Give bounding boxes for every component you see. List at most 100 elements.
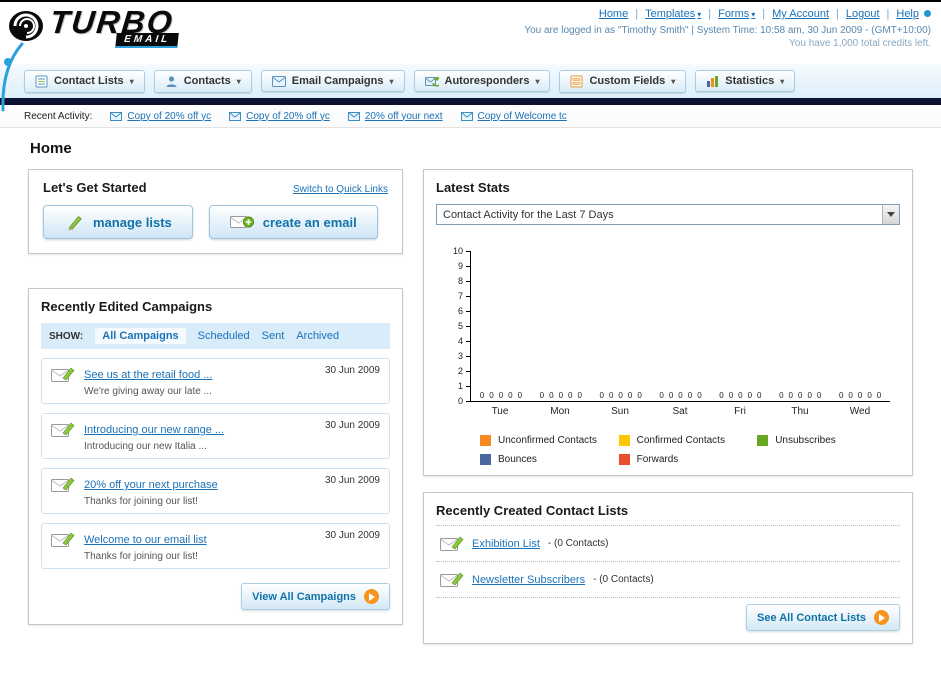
- turbo-email-app: TURBO EMAIL HomeTemplates▾Forms▾My Accou…: [0, 0, 941, 683]
- header-link-help[interactable]: Help: [880, 8, 919, 20]
- recent-activity-item[interactable]: Copy of 20% off yc: [110, 111, 211, 122]
- y-axis-tick: [466, 356, 470, 357]
- tab-contact-lists[interactable]: Contact Lists ▾: [24, 69, 145, 93]
- legend-swatch: [618, 454, 630, 465]
- recent-contact-lists-panel: Recently Created Contact Lists Exhibitio…: [423, 492, 913, 644]
- dropdown-arrow-icon: ▾: [236, 76, 241, 86]
- campaign-title-link[interactable]: Introducing our new range ...: [84, 424, 224, 436]
- x-axis-label: Mon: [550, 406, 570, 417]
- contact-lists-icon: [35, 75, 48, 88]
- envelope-plus-icon: [229, 213, 254, 231]
- envelope-icon: [460, 111, 473, 121]
- recent-activity-item[interactable]: Copy of 20% off yc: [229, 111, 330, 122]
- chart-legend: Unconfirmed Contacts Confirmed Contacts Un…: [480, 435, 900, 465]
- recent-activity-item[interactable]: Copy of Welcome tc: [460, 111, 567, 122]
- arrow-right-icon: [874, 610, 889, 625]
- y-axis-tick: [466, 296, 470, 297]
- legend-label: Bounces: [498, 454, 537, 465]
- recently-edited-campaigns-panel: Recently Edited Campaigns SHOW: All Camp…: [28, 288, 403, 625]
- header-link-my-account[interactable]: My Account: [755, 8, 829, 20]
- bar-value-label: 0: [539, 391, 545, 400]
- y-axis-tick: [466, 251, 470, 252]
- y-axis-tick: [466, 401, 470, 402]
- get-started-title: Let's Get Started: [43, 180, 147, 195]
- bar-value-label: 0: [498, 391, 504, 400]
- tab-statistics[interactable]: Statistics ▾: [695, 70, 796, 92]
- show-label: SHOW:: [49, 330, 84, 342]
- bar-value-label: 0: [857, 391, 863, 400]
- x-axis-label: Tue: [491, 406, 509, 417]
- tab-email-campaigns[interactable]: Email Campaigns ▾: [260, 70, 405, 92]
- y-axis-tick: [466, 386, 470, 387]
- header-link-forms[interactable]: Forms▾: [701, 8, 755, 20]
- campaign-row[interactable]: Welcome to our email list Thanks for joi…: [41, 523, 390, 569]
- legend-swatch: [480, 454, 491, 465]
- y-axis-label: 3: [457, 351, 463, 361]
- campaign-title-link[interactable]: Welcome to our email list: [84, 534, 207, 546]
- bar-value-label: 0: [816, 391, 822, 400]
- contact-list-item[interactable]: Exhibition List - (0 Contacts): [436, 526, 900, 562]
- view-all-campaigns-button[interactable]: View All Campaigns: [241, 583, 390, 610]
- header-link-logout[interactable]: Logout: [829, 8, 880, 20]
- envelope-icon: [110, 111, 123, 121]
- recent-activity-item[interactable]: 20% off your next: [347, 111, 443, 122]
- bar-value-label: 0: [489, 391, 494, 400]
- bar-value-label: 0: [608, 391, 614, 400]
- login-info: You are logged in as "Timothy Smith" | S…: [524, 25, 931, 36]
- legend-swatch: [757, 435, 769, 446]
- bar-value-label: 0: [577, 391, 582, 400]
- campaign-row[interactable]: 20% off your next purchase Thanks for jo…: [41, 468, 390, 514]
- campaign-date: 30 Jun 2009: [324, 420, 380, 431]
- tab-contacts[interactable]: Contacts ▾: [153, 69, 252, 93]
- header-link-templates[interactable]: Templates▾: [628, 8, 701, 20]
- create-email-button[interactable]: create an email: [208, 205, 378, 239]
- stats-period-select[interactable]: Contact Activity for the Last 7 Days: [436, 204, 900, 225]
- filter-all-campaigns[interactable]: All Campaigns: [95, 328, 186, 344]
- campaign-title-link[interactable]: 20% off your next purchase: [84, 479, 218, 491]
- legend-item: Bounces: [480, 454, 619, 465]
- contact-list-item[interactable]: Newsletter Subscribers - (0 Contacts): [436, 562, 900, 598]
- chart-x-axis: Tue Mon Sun Sat Fri Thu Wed: [470, 402, 890, 417]
- y-axis-label: 1: [457, 381, 463, 391]
- switch-quick-links-link[interactable]: Switch to Quick Links: [293, 184, 388, 195]
- y-axis-label: 4: [457, 336, 463, 346]
- filter-scheduled[interactable]: Scheduled: [198, 330, 250, 342]
- y-axis-tick: [466, 281, 470, 282]
- select-arrow-icon: [882, 205, 899, 224]
- contact-activity-chart: 10 9 8 7 6 5 4 3 2 1 0 000000000000000000000000000…: [450, 246, 890, 417]
- campaign-row[interactable]: See us at the retail food ... We're givi…: [41, 358, 390, 404]
- bar-value-label: 0: [668, 391, 674, 400]
- filter-sent[interactable]: Sent: [262, 330, 285, 342]
- manage-lists-button[interactable]: manage lists: [43, 205, 193, 239]
- dropdown-arrow-icon: ▾: [671, 76, 676, 86]
- bar-value-label: 0: [549, 391, 554, 400]
- bar-value-label: 0: [738, 391, 743, 400]
- chart-category-group: 00000: [710, 391, 770, 401]
- campaign-row[interactable]: Introducing our new range ... Introducin…: [41, 413, 390, 459]
- legend-label: Unsubscribes: [775, 435, 836, 446]
- contact-list-link[interactable]: Newsletter Subscribers: [472, 574, 585, 586]
- contact-list-count: - (0 Contacts): [593, 574, 654, 585]
- header-link-home[interactable]: Home: [599, 8, 628, 20]
- header: TURBO EMAIL HomeTemplates▾Forms▾My Accou…: [0, 2, 941, 112]
- y-axis-label: 10: [452, 246, 463, 256]
- chart-plot-area: 00000000000000000000000000000000000: [470, 251, 890, 402]
- campaign-date: 30 Jun 2009: [324, 365, 380, 376]
- tab-autoresponders[interactable]: Autoresponders ▾: [413, 70, 551, 92]
- campaign-title-link[interactable]: See us at the retail food ...: [84, 369, 212, 381]
- bar-value-label: 0: [876, 391, 882, 400]
- bar-value-label: 0: [848, 391, 853, 400]
- envelope-pencil-icon: [51, 365, 75, 384]
- header-links: HomeTemplates▾Forms▾My AccountLogoutHelp: [524, 8, 931, 20]
- chart-category-group: 00000: [651, 391, 711, 401]
- legend-item: Forwards: [618, 454, 758, 465]
- tab-custom-fields[interactable]: Custom Fields ▾: [559, 69, 687, 93]
- contact-list-link[interactable]: Exhibition List: [472, 538, 540, 550]
- campaign-date: 30 Jun 2009: [324, 475, 380, 486]
- bar-value-label: 0: [788, 391, 793, 400]
- campaigns-panel-title: Recently Edited Campaigns: [41, 299, 213, 314]
- statistics-icon: [706, 75, 719, 87]
- bar-value-label: 0: [618, 391, 623, 400]
- see-all-contact-lists-button[interactable]: See All Contact Lists: [745, 604, 900, 631]
- filter-archived[interactable]: Archived: [296, 330, 339, 342]
